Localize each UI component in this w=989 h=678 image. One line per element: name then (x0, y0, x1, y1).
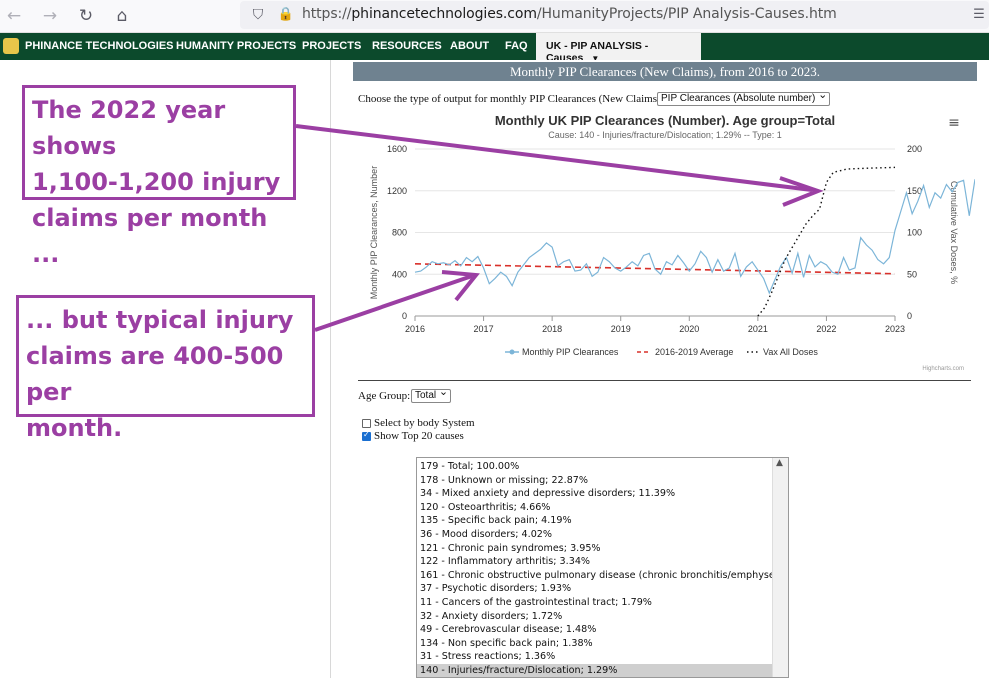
y-tick-label: 400 (392, 269, 407, 279)
show-top-20-checkbox[interactable] (362, 430, 371, 441)
causes-scrollbar[interactable]: ▲ (772, 458, 788, 677)
pip-chart: Monthly UK PIP Clearances (Number). Age … (369, 113, 975, 372)
scroll-up-icon[interactable]: ▲ (776, 458, 783, 468)
output-type-select[interactable]: PIP Clearances (Absolute number) (657, 89, 831, 106)
y2-axis-label: Cumulative Vax Doses, % (949, 181, 959, 284)
nav-item-resources[interactable]: RESOURCES (372, 40, 442, 52)
cause-option[interactable]: 134 - Non specific back pain; 1.38% (417, 637, 772, 651)
cause-option[interactable]: 135 - Specific back pain; 4.19% (417, 514, 772, 528)
callout-top-line-1: The 2022 year shows (32, 96, 226, 160)
cause-option[interactable]: 122 - Inflammatory arthritis; 3.34% (417, 555, 772, 569)
callout-bottom-line-2: claims are 400-500 per (26, 342, 284, 406)
y-axis-label: Monthly PIP Clearances, Number (369, 166, 379, 299)
x-tick-label: 2017 (474, 324, 494, 334)
y2-tick-label: 50 (907, 269, 917, 279)
cause-option[interactable]: 49 - Cerebrovascular disease; 1.48% (417, 623, 772, 637)
y-tick-label: 0 (402, 311, 407, 321)
nav-item-projects[interactable]: PROJECTS (302, 40, 361, 52)
callout-top: The 2022 year shows 1,100-1,200 injury c… (22, 85, 296, 268)
cause-option[interactable]: 11 - Cancers of the gastrointestinal tra… (417, 596, 772, 610)
y2-tick-label: 100 (907, 228, 922, 238)
legend-pip-label: Monthly PIP Clearances (522, 347, 619, 357)
cause-option[interactable]: 37 - Psychotic disorders; 1.93% (417, 582, 772, 596)
age-group-select[interactable]: Total (411, 386, 452, 403)
chart-credit: Highcharts.com (922, 366, 964, 372)
x-tick-label: 2022 (816, 324, 836, 334)
page-banner: Monthly PIP Clearances (New Claims), fro… (353, 62, 977, 81)
x-tick-label: 2018 (542, 324, 562, 334)
browser-toolbar: ← → ↻ ⌂ ⛉ 🔒 ☰ https://phinancetechnologi… (0, 0, 989, 33)
cause-option[interactable]: 36 - Mood disorders; 4.02% (417, 528, 772, 542)
series-vax-line (757, 166, 896, 317)
select-by-body-system-label: Select by body System (374, 417, 475, 429)
callout-top-line-3: claims per month ... (32, 204, 268, 268)
shield-icon[interactable]: ⛉ (246, 3, 270, 27)
section-divider (358, 380, 971, 381)
nav-item-pip-analysis[interactable]: UK - PIP ANALYSIS - Causes ▼ (536, 33, 701, 64)
output-type-value: PIP Clearances (Absolute number) (661, 93, 816, 104)
nav-item-humanity-projects[interactable]: HUMANITY PROJECTS (176, 40, 296, 52)
callout-bottom: ... but typical injury claims are 400-50… (16, 295, 315, 442)
cause-option[interactable]: 121 - Chronic pain syndromes; 3.95% (417, 542, 772, 556)
reader-view-icon[interactable]: ☰ (967, 3, 989, 27)
nav-item-phinance[interactable]: PHINANCE TECHNOLOGIES (25, 40, 174, 52)
cause-option[interactable]: 178 - Unknown or missing; 22.87% (417, 474, 772, 488)
callout-bottom-line-1: ... but typical injury (26, 306, 294, 334)
series-pip-line (414, 179, 975, 295)
nav-item-faq[interactable]: FAQ (505, 40, 528, 52)
callout-bottom-line-3: month. (26, 414, 123, 442)
callout-top-line-2: 1,100-1,200 injury (32, 168, 281, 196)
cause-option[interactable]: 120 - Osteoarthritis; 4.66% (417, 501, 772, 515)
x-tick-label: 2020 (679, 324, 699, 334)
chart-title: Monthly UK PIP Clearances (Number). Age … (495, 113, 835, 128)
y-tick-label: 1200 (387, 186, 407, 196)
show-top-20-label: Show Top 20 causes (374, 430, 464, 442)
chart-layer: Monthly UK PIP Clearances (Number). Age … (369, 113, 975, 372)
back-icon[interactable]: ← (2, 4, 26, 28)
x-tick-label: 2019 (611, 324, 631, 334)
y2-tick-label: 200 (907, 144, 922, 154)
y2-tick-label: 0 (907, 311, 912, 321)
cause-option[interactable]: 161 - Chronic obstructive pulmonary dise… (417, 569, 788, 583)
legend-average-label: 2016-2019 Average (655, 347, 733, 357)
site-logo-icon[interactable] (3, 38, 19, 54)
chart-menu-icon: ≡ (948, 115, 960, 131)
lock-icon[interactable]: 🔒 (274, 3, 298, 27)
y-tick-label: 1600 (387, 144, 407, 154)
legend-vax-label: Vax All Doses (763, 347, 818, 357)
age-group-label: Age Group: (358, 390, 411, 402)
x-tick-label: 2021 (748, 324, 768, 334)
legend-pip-marker (509, 349, 515, 355)
select-by-body-system-checkbox[interactable] (362, 419, 371, 428)
cause-option[interactable]: 34 - Mixed anxiety and depressive disord… (417, 487, 772, 501)
x-tick-label: 2023 (885, 324, 905, 334)
x-tick-label: 2016 (405, 324, 425, 334)
forward-icon[interactable]: → (38, 4, 62, 28)
y-tick-label: 800 (392, 228, 407, 238)
site-navigation: PHINANCE TECHNOLOGIES HUMANITY PROJECTS … (0, 33, 989, 64)
chart-subtitle: Cause: 140 - Injuries/fracture/Dislocati… (548, 130, 781, 140)
reload-icon[interactable]: ↻ (74, 4, 98, 28)
home-icon[interactable]: ⌂ (110, 4, 134, 28)
cause-option[interactable]: 32 - Anxiety disorders; 1.72% (417, 610, 772, 624)
url-text[interactable]: https://phinancetechnologies.com/Humanit… (302, 6, 837, 22)
cause-option[interactable]: 140 - Injuries/fracture/Dislocation; 1.2… (417, 664, 772, 677)
cause-option[interactable]: 179 - Total; 100.00% (417, 460, 772, 474)
output-type-label: Choose the type of output for monthly PI… (358, 93, 664, 105)
causes-listbox[interactable]: 179 - Total; 100.00% 178 - Unknown or mis… (416, 457, 789, 678)
cause-option[interactable]: 31 - Stress reactions; 1.36% (417, 650, 772, 664)
nav-item-about[interactable]: ABOUT (450, 40, 489, 52)
age-group-value: Total (415, 390, 437, 401)
